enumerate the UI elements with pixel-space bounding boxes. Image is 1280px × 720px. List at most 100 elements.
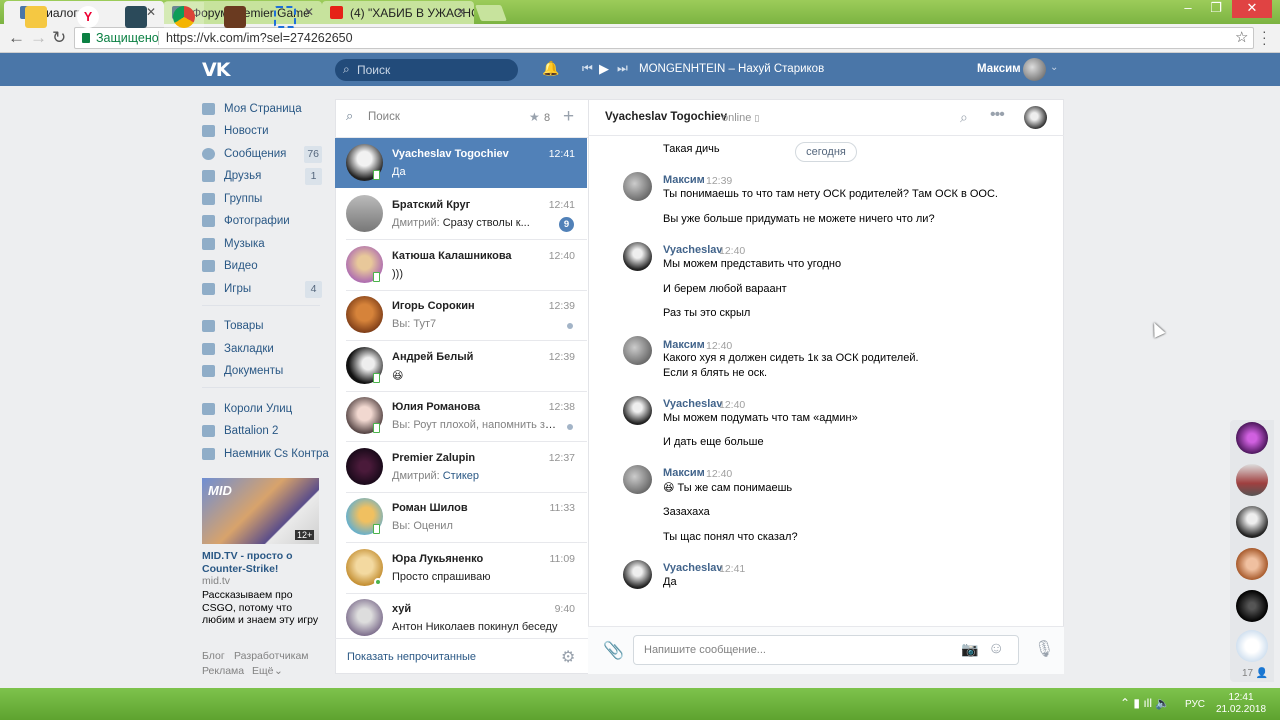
preview-text: 😆 [392, 370, 404, 382]
header-search-input[interactable]: ⌕ Поиск [335, 59, 518, 81]
message-text: Мы можем представить что угодно [663, 258, 842, 270]
conversation-item[interactable]: Роман Шилов 11:33 Вы: Оценил [335, 492, 587, 542]
show-unread-link[interactable]: Показать непрочитанные [347, 651, 476, 663]
notifications-bell-icon[interactable]: 🔔 [542, 60, 559, 77]
fast-chat-avatar[interactable] [1236, 506, 1268, 538]
menu-app-mercenary[interactable]: Наемник Cs Контра [202, 444, 332, 466]
taskbar-game[interactable] [215, 2, 255, 32]
browser-menu-icon[interactable]: · · · [1262, 24, 1267, 50]
tab-close-icon[interactable]: ✕ [456, 5, 466, 19]
chevron-down-icon[interactable]: ⌄ [1050, 62, 1058, 73]
avatar[interactable] [623, 242, 652, 271]
peer-avatar[interactable] [1024, 106, 1047, 129]
search-icon: ⌕ [343, 62, 350, 76]
message-sender[interactable]: Максим [663, 467, 705, 479]
message-sender[interactable]: Vyacheslav [663, 398, 723, 410]
avatar[interactable] [623, 336, 652, 365]
taskbar-yandex[interactable]: Y [68, 2, 108, 32]
menu-item-groups[interactable]: Группы [202, 189, 322, 211]
next-track-icon[interactable]: ⏭ [617, 61, 628, 76]
conversation-item[interactable]: Андрей Белый 12:39 😆 [335, 341, 587, 391]
play-icon[interactable]: ▶ [599, 61, 609, 77]
chat-peer-name[interactable]: Vyacheslav Togochiev [605, 111, 727, 123]
menu-item-goods[interactable]: Товары [202, 316, 322, 338]
fast-chat-avatar[interactable] [1236, 630, 1268, 662]
bookmark-star-icon[interactable]: ☆ [1235, 28, 1248, 46]
restore-icon[interactable]: ❐ [1204, 0, 1228, 18]
star-icon[interactable]: ★ [529, 110, 540, 124]
emoji-smile-icon[interactable]: ☺ [988, 640, 1004, 658]
avatar[interactable] [623, 560, 652, 589]
camera-icon[interactable]: 📷 [961, 641, 978, 658]
message-time: 12:40 [719, 399, 746, 411]
menu-item-friends[interactable]: Друзья 1 [202, 166, 322, 188]
preview-text: Тут7 [413, 318, 437, 330]
search-icon[interactable]: ⌕ [960, 109, 968, 126]
message-sender[interactable]: Vyacheslav [663, 244, 723, 256]
message-sender[interactable]: Максим [663, 174, 705, 186]
menu-item-music[interactable]: Музыка [202, 234, 322, 256]
vk-header: VK ⌕ Поиск 🔔 ⏮ ▶ ⏭ MONGENHTEIN – Нахуй С… [0, 53, 1280, 86]
fast-chat-avatar[interactable] [1236, 548, 1268, 580]
footer-ads-link[interactable]: Реклама [202, 665, 244, 677]
microphone-icon[interactable]: 🎙 [1034, 639, 1054, 659]
new-tab-button[interactable] [475, 5, 507, 21]
footer-blog-link[interactable]: Блог [202, 650, 225, 662]
window-close-icon[interactable]: ✕ [1232, 0, 1272, 18]
mobile-icon: ▯ [754, 113, 760, 123]
conversation-item[interactable]: Катюша Калашникова 12:40 ))) [335, 240, 587, 290]
system-tray-icons[interactable]: ⌃ ▮ ıll 🔈 [1120, 696, 1170, 710]
menu-item-video[interactable]: Видео [202, 256, 322, 278]
ad-title[interactable]: MID.TV - просто о Counter-Strike! [202, 550, 320, 575]
menu-app-street-kings[interactable]: Короли Улиц [202, 399, 322, 421]
browser-tab-youtube[interactable]: (4) "ХАБИБ В УЖАСНОЙ ✕ [322, 1, 474, 24]
taskbar-explorer[interactable] [16, 2, 56, 32]
menu-item-bookmarks[interactable]: Закладки [202, 339, 322, 361]
user-name[interactable]: Максим [977, 63, 1021, 75]
menu-item-messages[interactable]: Сообщения 76 [202, 144, 322, 166]
taskbar-chrome[interactable] [164, 2, 204, 32]
fast-chat-avatar[interactable] [1236, 422, 1268, 454]
conversation-item[interactable]: Premier Zalupin 12:37 Дмитрий: Стикер [335, 442, 587, 492]
message-text: Зазахаха [663, 506, 710, 518]
avatar[interactable] [623, 172, 652, 201]
user-avatar[interactable] [1023, 58, 1046, 81]
conversation-name: Катюша Калашникова [392, 250, 512, 262]
avatar[interactable] [623, 396, 652, 425]
message-sender[interactable]: Максим [663, 339, 705, 351]
fast-chat-avatar[interactable] [1236, 464, 1268, 496]
conversation-item[interactable]: Юра Лукьяненко 11:09 Просто спрашиваю [335, 543, 587, 593]
conversation-item[interactable]: Братский Круг 12:41 Дмитрий: Сразу ствол… [335, 189, 587, 239]
conversation-item[interactable]: хуй 9:40 Антон Николаев покинул беседу [335, 593, 587, 637]
menu-item-news[interactable]: Новости [202, 121, 322, 143]
now-playing-track[interactable]: MONGENHTEIN – Нахуй Стариков [639, 63, 824, 75]
menu-item-games[interactable]: Игры 4 [202, 279, 322, 301]
fast-chat-avatar[interactable] [1236, 590, 1268, 622]
footer-dev-link[interactable]: Разработчикам [234, 650, 309, 662]
attach-paperclip-icon[interactable]: 📎 [603, 641, 624, 661]
conversation-item[interactable]: Игорь Сорокин 12:39 Вы: Тут7 [335, 290, 587, 340]
gear-icon[interactable]: ⚙ [561, 647, 575, 667]
menu-item-documents[interactable]: Документы [202, 361, 322, 383]
mobile-online-icon [373, 272, 380, 282]
conversation-item[interactable]: Vyacheslav Togochiev 12:41 Да [335, 138, 587, 188]
footer-more-link[interactable]: Ещё [252, 665, 273, 677]
avatar[interactable] [623, 465, 652, 494]
taskbar-snipping[interactable] [265, 2, 305, 32]
message-sender[interactable]: Vyacheslav [663, 562, 723, 574]
previous-track-icon[interactable]: ⏮ [582, 61, 593, 76]
taskbar-clock[interactable]: 12:41 21.02.2018 [1216, 692, 1266, 716]
menu-item-my-page[interactable]: Моя Страница [202, 99, 322, 121]
input-language[interactable]: РУС [1185, 699, 1205, 710]
minimize-icon[interactable]: – [1176, 0, 1200, 18]
new-chat-plus-icon[interactable]: + [563, 106, 574, 128]
menu-item-photos[interactable]: Фотографии [202, 211, 322, 233]
menu-app-battalion[interactable]: Battalion 2 [202, 421, 322, 443]
dialogs-search-input[interactable]: Поиск [368, 111, 400, 123]
vk-logo[interactable]: VK [202, 59, 230, 81]
conversation-item[interactable]: Юлия Романова 12:38 Вы: Роут плохой, нап… [335, 391, 587, 441]
preview-text: ))) [392, 268, 403, 280]
more-options-icon[interactable]: ••• [990, 106, 1005, 124]
taskbar-premier[interactable] [116, 2, 156, 32]
tab-close-icon[interactable]: ✕ [304, 5, 314, 19]
